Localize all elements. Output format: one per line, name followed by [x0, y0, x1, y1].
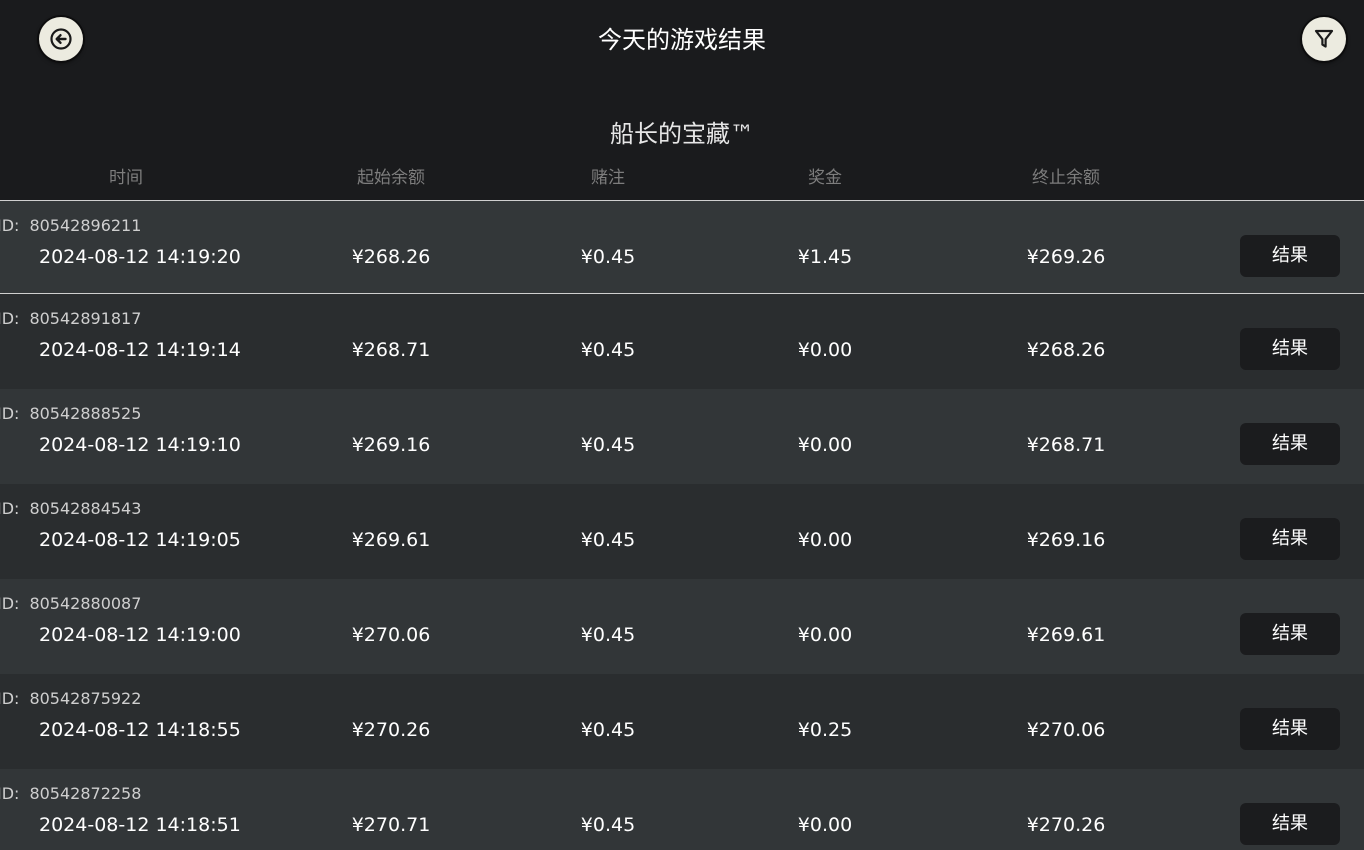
cell-start-balance: ¥269.61	[351, 529, 431, 551]
table-row[interactable]: ID: 80542880087 2024-08-12 14:19:00 ¥270.…	[0, 579, 1364, 674]
cell-bonus: ¥0.00	[797, 529, 853, 551]
round-id-value: 80542872258	[29, 784, 142, 803]
result-button[interactable]: 结果	[1240, 423, 1340, 465]
cell-end-balance: ¥270.06	[1026, 719, 1106, 741]
column-header-bonus: 奖金	[808, 168, 842, 188]
table-row[interactable]: ID: 80542872258 2024-08-12 14:18:51 ¥270.…	[0, 769, 1364, 850]
round-id-label: ID:	[0, 404, 20, 423]
column-headers: 时间 起始余额 赌注 奖金 终止余额	[0, 164, 1364, 192]
table-row[interactable]: ID: 80542891817 2024-08-12 14:19:14 ¥268.…	[0, 294, 1364, 389]
game-title: 船长的宝藏™	[610, 120, 754, 148]
table-row[interactable]: ID: 80542888525 2024-08-12 14:19:10 ¥269.…	[0, 389, 1364, 484]
result-button[interactable]: 结果	[1240, 235, 1340, 277]
cell-bonus: ¥0.25	[797, 719, 853, 741]
cell-bet: ¥0.45	[580, 434, 636, 456]
cell-time: 2024-08-12 14:19:20	[39, 246, 241, 268]
cell-time: 2024-08-12 14:19:05	[39, 529, 241, 551]
column-header-end-balance: 终止余额	[1032, 168, 1100, 188]
table-row[interactable]: ID: 80542875922 2024-08-12 14:18:55 ¥270.…	[0, 674, 1364, 769]
round-id: ID: 80542872258	[0, 783, 141, 805]
cell-bet: ¥0.45	[580, 339, 636, 361]
cell-bonus: ¥1.45	[797, 246, 853, 268]
cell-start-balance: ¥270.06	[351, 624, 431, 646]
round-id-value: 80542880087	[29, 594, 142, 613]
result-button[interactable]: 结果	[1240, 708, 1340, 750]
cell-bonus: ¥0.00	[797, 624, 853, 646]
cell-start-balance: ¥269.16	[351, 434, 431, 456]
cell-start-balance: ¥268.26	[351, 246, 431, 268]
round-id: ID: 80542880087	[0, 593, 141, 615]
cell-bet: ¥0.45	[580, 624, 636, 646]
round-id-label: ID:	[0, 499, 20, 518]
cell-end-balance: ¥269.16	[1026, 529, 1106, 551]
column-header-start-balance: 起始余额	[357, 168, 425, 188]
column-header-time: 时间	[109, 168, 143, 188]
result-button[interactable]: 结果	[1240, 328, 1340, 370]
cell-time: 2024-08-12 14:19:00	[39, 624, 241, 646]
cell-bonus: ¥0.00	[797, 339, 853, 361]
cell-start-balance: ¥270.71	[351, 814, 431, 836]
round-id: ID: 80542888525	[0, 403, 141, 425]
cell-bet: ¥0.45	[580, 814, 636, 836]
filter-button[interactable]	[1302, 17, 1346, 61]
cell-bet: ¥0.45	[580, 719, 636, 741]
filter-funnel-icon	[1313, 28, 1335, 50]
cell-bonus: ¥0.00	[797, 814, 853, 836]
result-button[interactable]: 结果	[1240, 803, 1340, 845]
round-id: ID: 80542875922	[0, 688, 141, 710]
round-id-value: 80542884543	[29, 499, 142, 518]
cell-end-balance: ¥269.26	[1026, 246, 1106, 268]
round-id-value: 80542891817	[29, 309, 142, 328]
game-history-screen: 今天的游戏结果 船长的宝藏™ 时间 起始余额 赌注 奖金 终止余额 ID: 805…	[0, 0, 1364, 850]
round-id: ID: 80542891817	[0, 308, 141, 330]
round-id-label: ID:	[0, 594, 20, 613]
cell-end-balance: ¥269.61	[1026, 624, 1106, 646]
cell-time: 2024-08-12 14:19:14	[39, 339, 241, 361]
round-id-value: 80542875922	[29, 689, 142, 708]
result-button[interactable]: 结果	[1240, 613, 1340, 655]
round-id-label: ID:	[0, 309, 20, 328]
cell-end-balance: ¥268.71	[1026, 434, 1106, 456]
cell-time: 2024-08-12 14:19:10	[39, 434, 241, 456]
round-id: ID: 80542896211	[0, 215, 141, 237]
cell-start-balance: ¥268.71	[351, 339, 431, 361]
cell-time: 2024-08-12 14:18:51	[39, 814, 241, 836]
round-id-value: 80542888525	[29, 404, 142, 423]
round-id-label: ID:	[0, 689, 20, 708]
round-id-label: ID:	[0, 216, 20, 235]
result-button[interactable]: 结果	[1240, 518, 1340, 560]
cell-end-balance: ¥270.26	[1026, 814, 1106, 836]
table-row[interactable]: ID: 80542884543 2024-08-12 14:19:05 ¥269.…	[0, 484, 1364, 579]
cell-bonus: ¥0.00	[797, 434, 853, 456]
round-id-value: 80542896211	[29, 216, 142, 235]
cell-bet: ¥0.45	[580, 246, 636, 268]
column-header-bet: 赌注	[591, 168, 625, 188]
round-id-label: ID:	[0, 784, 20, 803]
cell-time: 2024-08-12 14:18:55	[39, 719, 241, 741]
cell-bet: ¥0.45	[580, 529, 636, 551]
round-id: ID: 80542884543	[0, 498, 141, 520]
cell-start-balance: ¥270.26	[351, 719, 431, 741]
top-bar: 今天的游戏结果	[0, 0, 1364, 80]
table-row[interactable]: ID: 80542896211 2024-08-12 14:19:20 ¥268.…	[0, 201, 1364, 294]
cell-end-balance: ¥268.26	[1026, 339, 1106, 361]
results-list: ID: 80542896211 2024-08-12 14:19:20 ¥268.…	[0, 200, 1364, 850]
page-title: 今天的游戏结果	[598, 26, 766, 54]
